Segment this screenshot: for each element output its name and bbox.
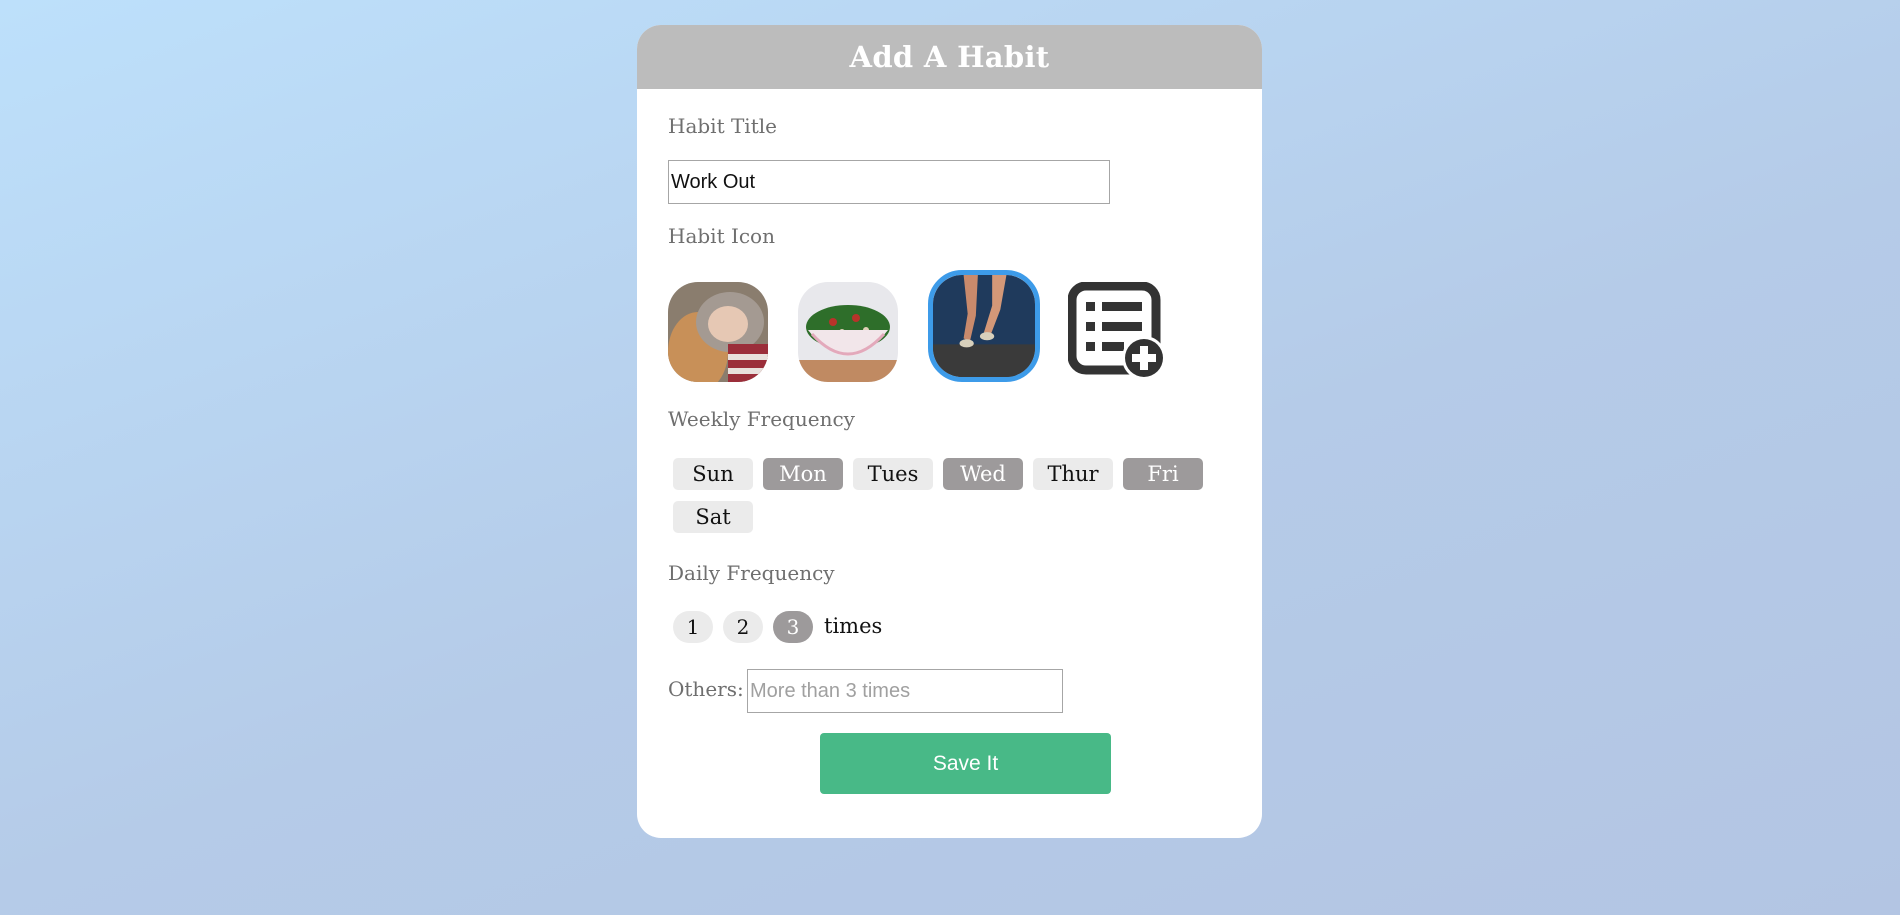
sleep-icon-image bbox=[668, 282, 768, 382]
page-title: Add A Habit bbox=[849, 40, 1050, 74]
running-icon-image bbox=[933, 275, 1035, 377]
weekly-frequency-label: Weekly Frequency bbox=[668, 407, 855, 431]
salad-icon-image bbox=[798, 282, 898, 382]
running-icon[interactable] bbox=[928, 270, 1040, 382]
day-wed[interactable]: Wed bbox=[943, 458, 1023, 490]
day-mon[interactable]: Mon bbox=[763, 458, 843, 490]
daily-frequency-label: Daily Frequency bbox=[668, 561, 835, 585]
salad-icon[interactable] bbox=[798, 282, 898, 382]
others-input[interactable] bbox=[747, 669, 1063, 713]
day-sun[interactable]: Sun bbox=[673, 458, 753, 490]
daily-count-2[interactable]: 2 bbox=[723, 611, 763, 643]
daily-count-1[interactable]: 1 bbox=[673, 611, 713, 643]
card-header: Add A Habit bbox=[637, 25, 1262, 89]
habit-title-label: Habit Title bbox=[668, 114, 777, 138]
save-button[interactable]: Save It bbox=[820, 733, 1111, 794]
add-habit-card: Add A Habit bbox=[637, 25, 1262, 838]
day-fri[interactable]: Fri bbox=[1123, 458, 1203, 490]
day-sat[interactable]: Sat bbox=[673, 501, 753, 533]
add-custom-icon[interactable] bbox=[1068, 282, 1168, 382]
day-thur[interactable]: Thur bbox=[1033, 458, 1113, 490]
habit-title-input[interactable] bbox=[668, 160, 1110, 204]
sleep-icon[interactable] bbox=[668, 282, 768, 382]
day-tues[interactable]: Tues bbox=[853, 458, 933, 490]
list-plus-icon bbox=[1068, 282, 1166, 380]
habit-icon-label: Habit Icon bbox=[668, 224, 775, 248]
daily-count-3[interactable]: 3 bbox=[773, 611, 813, 643]
others-label: Others: bbox=[668, 677, 744, 701]
times-label: times bbox=[824, 614, 883, 638]
